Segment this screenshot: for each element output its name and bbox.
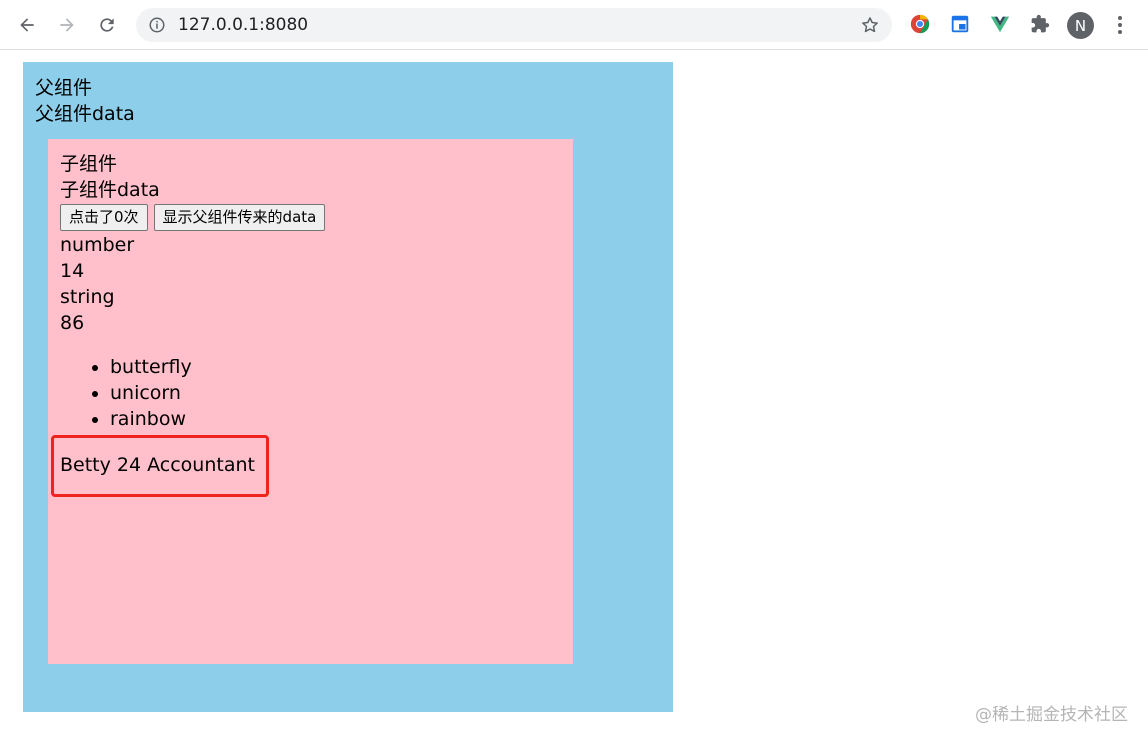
child-button-row: 点击了0次 显示父组件传来的data <box>60 204 561 231</box>
extensions-puzzle-icon[interactable] <box>1029 13 1051 35</box>
info-icon[interactable] <box>148 16 166 34</box>
page-content: 父组件 父组件data 子组件 子组件data 点击了0次 显示父组件传来的da… <box>0 50 1148 743</box>
back-button[interactable] <box>14 12 40 38</box>
child-title: 子组件 <box>60 153 118 175</box>
value-string-type: string <box>60 286 115 308</box>
list-item: rainbow <box>110 406 561 432</box>
item-list: butterfly unicorn rainbow <box>60 354 561 432</box>
back-arrow-icon <box>20 18 34 32</box>
show-parent-data-button[interactable]: 显示父组件传来的data <box>153 204 326 231</box>
profile-avatar[interactable]: N <box>1067 12 1094 39</box>
reload-button[interactable] <box>94 12 120 38</box>
chrome-extension-icon[interactable] <box>909 13 931 35</box>
list-item: unicorn <box>110 380 561 406</box>
address-bar[interactable]: 127.0.0.1:8080 <box>136 8 892 42</box>
reload-icon <box>100 18 114 32</box>
forward-arrow-icon <box>60 18 74 32</box>
url-text[interactable]: 127.0.0.1:8080 <box>178 14 308 36</box>
child-component: 子组件 子组件data 点击了0次 显示父组件传来的data number 14… <box>48 139 573 664</box>
value-number-type: number <box>60 234 135 256</box>
value-number: 14 <box>60 260 85 282</box>
bookmark-star-icon[interactable] <box>860 15 880 35</box>
profile-initial: N <box>1074 16 1087 35</box>
parent-data-label: 父组件data <box>35 103 135 125</box>
browser-toolbar: 127.0.0.1:8080 N <box>0 0 1148 50</box>
child-data-label: 子组件data <box>60 179 160 201</box>
red-highlight-annotation <box>51 435 269 497</box>
parent-component: 父组件 父组件data 子组件 子组件data 点击了0次 显示父组件传来的da… <box>23 62 673 712</box>
parent-title: 父组件 <box>35 77 93 99</box>
vue-devtools-icon[interactable] <box>989 13 1011 35</box>
kebab-menu-icon[interactable] <box>1110 14 1130 36</box>
window-extension-icon[interactable] <box>949 13 971 35</box>
watermark: @稀土掘金技术社区 <box>975 705 1128 725</box>
forward-button[interactable] <box>54 12 80 38</box>
click-count-button[interactable]: 点击了0次 <box>60 204 148 231</box>
list-item: butterfly <box>110 354 561 380</box>
value-string: 86 <box>60 312 85 334</box>
